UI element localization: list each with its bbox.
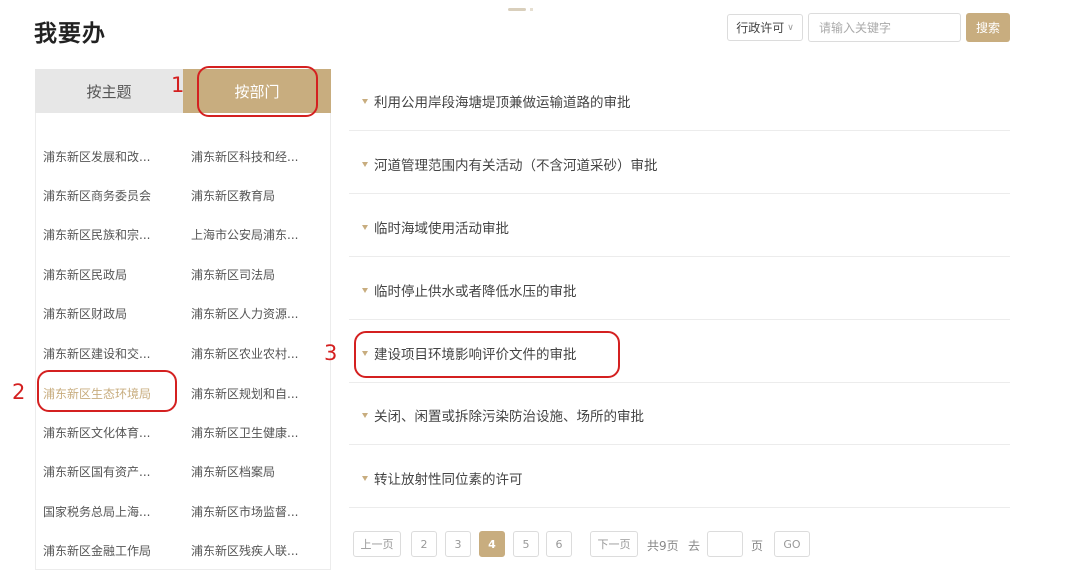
page-button[interactable]: 6 [546, 531, 572, 557]
department-item[interactable]: 浦东新区文化体育... [43, 424, 150, 441]
list-item[interactable]: 利用公用岸段海塘堤顶兼做运输道路的审批 [362, 91, 631, 111]
department-item[interactable]: 浦东新区规划和自... [191, 385, 298, 402]
department-item[interactable]: 浦东新区商务委员会 [43, 187, 151, 204]
page-button[interactable]: 3 [445, 531, 471, 557]
department-item[interactable]: 国家税务总局上海... [43, 503, 150, 520]
caret-down-icon [362, 161, 368, 167]
annotation-number-3: 3 [324, 341, 338, 365]
caret-down-icon [362, 412, 368, 418]
list-item-label: 临时海域使用活动审批 [374, 221, 509, 237]
list-item-label: 临时停止供水或者降低水压的审批 [374, 284, 577, 300]
department-item[interactable]: 浦东新区司法局 [191, 266, 275, 283]
divider [349, 130, 1010, 131]
carousel-indicator [508, 8, 533, 11]
divider [349, 319, 1010, 320]
caret-down-icon [362, 98, 368, 104]
list-item-label: 关闭、闲置或拆除污染防治设施、场所的审批 [374, 409, 644, 425]
department-item[interactable]: 浦东新区国有资产... [43, 463, 150, 480]
department-item[interactable]: 浦东新区发展和改... [43, 148, 150, 165]
tab-by-theme[interactable]: 按主题 [35, 69, 183, 113]
department-item[interactable]: 浦东新区农业农村... [191, 345, 298, 362]
department-item[interactable]: 浦东新区档案局 [191, 463, 275, 480]
department-item[interactable]: 浦东新区卫生健康... [191, 424, 298, 441]
goto-label: 去 [688, 539, 701, 553]
list-item[interactable]: 临时海域使用活动审批 [362, 217, 509, 237]
search-type-select[interactable]: 行政许可 ∨ [727, 14, 803, 41]
page-number-input[interactable] [707, 531, 743, 557]
department-item[interactable]: 浦东新区财政局 [43, 305, 127, 322]
annotation-number-1: 1 [171, 73, 185, 97]
page-title: 我要办 [34, 21, 106, 47]
total-pages: 共9页 [647, 539, 679, 553]
page-button[interactable]: 2 [411, 531, 437, 557]
caret-down-icon [362, 224, 368, 230]
department-item[interactable]: 浦东新区人力资源... [191, 305, 298, 322]
divider [349, 507, 1010, 508]
department-item[interactable]: 浦东新区民族和宗... [43, 226, 150, 243]
next-page-button[interactable]: 下一页 [590, 531, 638, 557]
department-item[interactable]: 浦东新区科技和经... [191, 148, 298, 165]
department-item[interactable]: 浦东新区建设和交... [43, 345, 150, 362]
caret-down-icon [362, 287, 368, 293]
department-item[interactable]: 上海市公安局浦东... [191, 226, 298, 243]
list-item[interactable]: 转让放射性同位素的许可 [362, 468, 523, 488]
page-button-current[interactable]: 4 [479, 531, 505, 557]
search-button[interactable]: 搜索 [966, 13, 1010, 42]
chevron-down-icon: ∨ [787, 22, 794, 33]
list-item[interactable]: 临时停止供水或者降低水压的审批 [362, 280, 577, 300]
department-item[interactable]: 浦东新区市场监督... [191, 503, 298, 520]
page-button[interactable]: 5 [513, 531, 539, 557]
caret-down-icon [362, 475, 368, 481]
list-item[interactable]: 河道管理范围内有关活动（不含河道采砂）审批 [362, 154, 658, 174]
list-item-label: 利用公用岸段海塘堤顶兼做运输道路的审批 [374, 95, 631, 111]
divider [349, 256, 1010, 257]
list-item[interactable]: 关闭、闲置或拆除污染防治设施、场所的审批 [362, 405, 644, 425]
search-input[interactable] [808, 13, 961, 42]
go-button[interactable]: GO [774, 531, 810, 557]
divider [349, 382, 1010, 383]
prev-page-button[interactable]: 上一页 [353, 531, 401, 557]
annotation-ring-1 [197, 66, 318, 117]
department-item[interactable]: 浦东新区教育局 [191, 187, 275, 204]
annotation-ring-3 [354, 331, 620, 378]
department-item[interactable]: 浦东新区民政局 [43, 266, 127, 283]
search-type-selected: 行政许可 [736, 21, 785, 35]
page-unit-label: 页 [751, 539, 764, 553]
divider [349, 444, 1010, 445]
divider [349, 193, 1010, 194]
annotation-number-2: 2 [12, 380, 26, 404]
department-item[interactable]: 浦东新区残疾人联... [191, 542, 298, 559]
list-item-label: 转让放射性同位素的许可 [374, 472, 523, 488]
list-item-label: 河道管理范围内有关活动（不含河道采砂）审批 [374, 158, 658, 174]
annotation-ring-2 [37, 370, 177, 412]
department-item[interactable]: 浦东新区金融工作局 [43, 542, 151, 559]
